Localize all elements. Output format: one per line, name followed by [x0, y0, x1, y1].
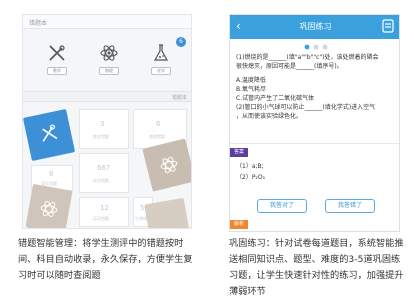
answer-line: （1）a;B;	[236, 163, 264, 170]
physics-card-tilted[interactable]	[142, 138, 191, 192]
subject-label-chemistry[interactable]: 化学	[151, 67, 171, 75]
math-card-tilted[interactable]	[23, 108, 76, 162]
practice-screen: ‹ 巩固练习 (1)燃烧的是______(填"a""b""c")处，该处燃着的磷…	[229, 14, 400, 232]
card-label: 英语错题	[93, 216, 109, 221]
answered-right-button[interactable]: 我答对了	[257, 199, 307, 213]
subject-label-physics[interactable]: 物理	[99, 67, 119, 75]
left-header-title: 错题本	[29, 20, 48, 27]
wrong-question-book-screen: 错题本 数学 物理 化学 6 错题本 3 数学错题 6 物理错题 667 化学错…	[22, 14, 192, 229]
card-item[interactable]: 12 英语错题	[79, 197, 129, 227]
card-item[interactable]: 667 化学错题	[79, 153, 129, 193]
math-tools-icon[interactable]	[47, 43, 67, 63]
practice-title: 巩固练习	[299, 22, 332, 31]
biology-card-tilted[interactable]	[144, 197, 190, 228]
card-count: 3	[100, 120, 105, 128]
question-line: ，从而使该实验绿色化。	[236, 113, 303, 120]
math-tools-icon	[42, 124, 58, 142]
question-text: (1)燃烧的是______(填"a""b""c")处，该处燃着的磷会 很快熄灭，…	[236, 53, 398, 121]
section-label: 错题本	[171, 95, 187, 101]
question-line: (1)燃烧的是______(填"a""b""c")处，该处燃着的磷会	[236, 54, 379, 61]
left-header: 错题本	[23, 15, 191, 29]
chemistry-card-tilted[interactable]	[25, 183, 73, 228]
flask-icon[interactable]	[151, 43, 171, 63]
atom-icon	[40, 200, 58, 218]
card-count: 667	[97, 164, 111, 172]
answer-sheet-icon[interactable]	[382, 19, 394, 33]
card-label: 化学错题	[93, 178, 109, 183]
question-line: C.试管内产生了二氧化碳气体	[236, 95, 315, 102]
divider	[230, 143, 399, 144]
atom-icon[interactable]	[99, 43, 119, 63]
card-count: 6	[156, 120, 161, 128]
card-item[interactable]: 3 数学错题	[79, 109, 129, 149]
section-bar: 错题本	[23, 91, 191, 102]
answer-line: （2）P₂O₅	[236, 174, 265, 181]
count-badge: 6	[176, 37, 186, 47]
answered-wrong-button[interactable]: 我答错了	[325, 199, 375, 213]
question-line: B.氧气耗尽	[236, 86, 267, 93]
card-label: 数学错题	[93, 134, 109, 139]
card-label: 物理错题	[149, 134, 165, 139]
atom-icon	[160, 156, 178, 174]
card-count: 8	[49, 170, 54, 178]
page-indicator[interactable]	[230, 43, 400, 51]
question-line: 很快熄灭，原因可能是______(填序号)。	[236, 63, 343, 70]
right-caption: 巩固练习：针对试卷每道题目，系统智能推送相同知识点、题型、难度的3-5道巩固练习…	[229, 238, 404, 297]
subject-label-math[interactable]: 数学	[47, 67, 67, 75]
card-count: 12	[100, 204, 109, 212]
question-line: (2)管口的小气球可以防止______(填化学式)进入空气	[236, 104, 376, 111]
left-caption: 错题智能管理：将学生测评中的错题按时间、科目自动收录，永久保存，方便学生复习时可…	[18, 238, 193, 281]
answer-tag: 答案	[230, 148, 249, 157]
question-line: A.温度降低	[236, 77, 266, 84]
analysis-tag: 解析	[230, 220, 249, 229]
